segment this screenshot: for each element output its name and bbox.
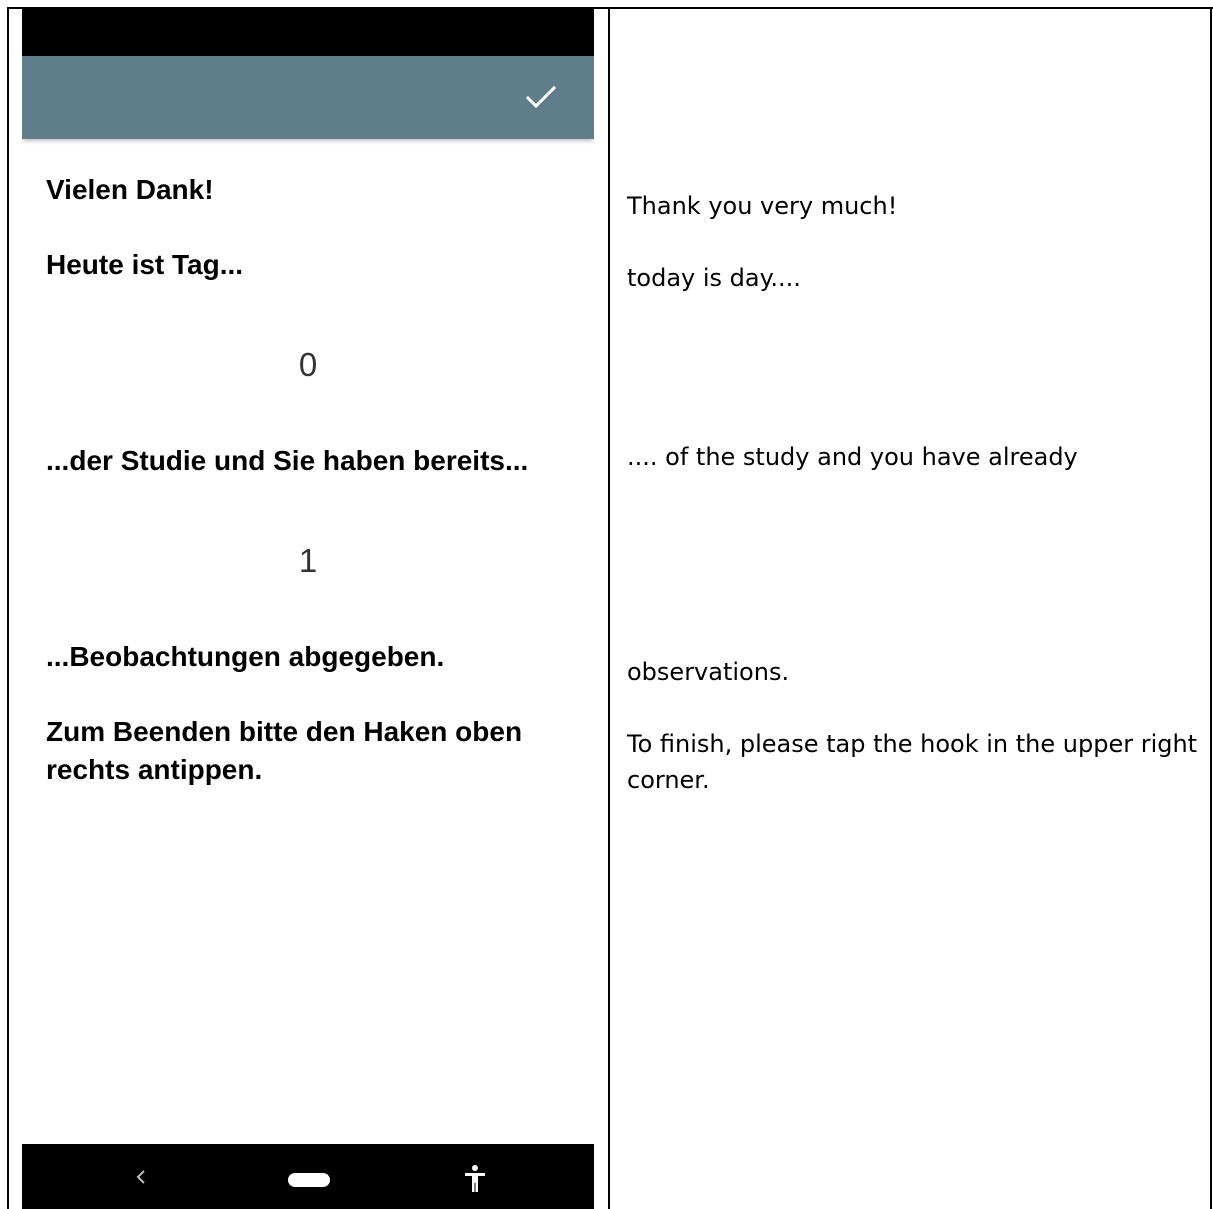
home-button[interactable] bbox=[288, 1173, 330, 1187]
observations-count: 1 bbox=[298, 542, 318, 579]
observations-text: ...Beobachtungen abgegeben. bbox=[46, 641, 445, 672]
translation-finish-instruction: To finish, please tap the hook in the up… bbox=[627, 730, 1198, 794]
table-border-middle bbox=[608, 7, 610, 1209]
translation-today-is-day: today is day.... bbox=[627, 264, 801, 292]
check-icon bbox=[525, 85, 557, 109]
app-bar bbox=[22, 56, 594, 139]
today-is-day-text: Heute ist Tag... bbox=[46, 249, 244, 280]
accessibility-icon bbox=[465, 1165, 485, 1192]
status-bar bbox=[22, 9, 594, 56]
accessibility-button[interactable] bbox=[462, 1164, 488, 1194]
translation-study-text: .... of the study and you have already bbox=[627, 443, 1078, 471]
day-number: 0 bbox=[298, 346, 318, 383]
table-border-right bbox=[1210, 7, 1212, 1209]
phone-screenshot: Vielen Dank! Heute ist Tag... 0 ...der S… bbox=[22, 9, 594, 1209]
navigation-bar bbox=[22, 1144, 594, 1209]
translation-observations-text: observations. bbox=[627, 658, 790, 686]
chevron-left-icon bbox=[136, 1170, 145, 1184]
table-border-left bbox=[7, 7, 9, 1209]
confirm-button[interactable] bbox=[524, 82, 558, 112]
back-button[interactable] bbox=[130, 1162, 152, 1192]
thanks-text: Vielen Dank! bbox=[46, 174, 214, 205]
finish-instruction-text: Zum Beenden bitte den Haken oben rechts … bbox=[46, 716, 523, 785]
study-text: ...der Studie und Sie haben bereits... bbox=[46, 445, 529, 476]
translation-thanks: Thank you very much! bbox=[627, 192, 898, 220]
